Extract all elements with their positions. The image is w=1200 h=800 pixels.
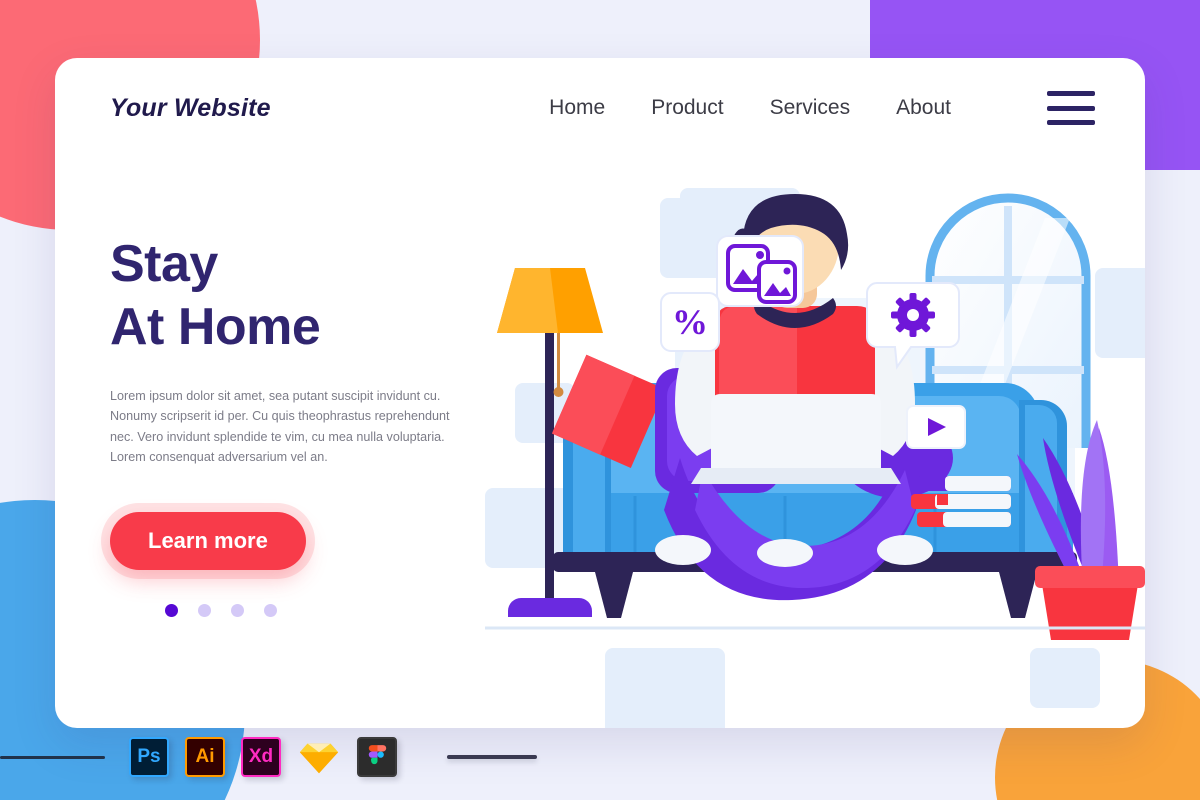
nav-item-about[interactable]: About [896,96,951,120]
learn-more-button[interactable]: Learn more [110,512,306,571]
site-header: Your Website Home Product Services About [55,58,1145,158]
percent-card: % [660,292,720,352]
hero-card: Your Website Home Product Services About… [55,58,1145,728]
carousel-dot-4[interactable] [264,604,277,618]
divider-left [0,755,105,759]
photoshop-icon[interactable]: Ps [129,737,169,777]
tool-icon-group: Ps Ai Xd [129,737,397,777]
book-stack [911,476,1011,527]
carousel-dot-1[interactable] [165,604,178,618]
xd-icon[interactable]: Xd [241,737,281,777]
video-card [906,405,966,449]
sketch-icon[interactable] [297,737,341,777]
gear-icon [891,293,935,337]
carousel-dots [165,604,510,618]
percent-icon: % [672,302,708,342]
hamburger-icon[interactable] [1047,91,1095,125]
hamburger-bar-1 [1047,91,1095,96]
hamburger-bar-3 [1047,120,1095,125]
hero-copy: Stay At Home Lorem ipsum dolor sit amet,… [110,233,510,618]
image-card [716,235,804,307]
tool-strip: Ps Ai Xd [0,730,1200,784]
hero-illustration: % [485,158,1145,728]
hamburger-bar-2 [1047,105,1095,111]
figma-icon[interactable] [357,737,397,777]
nav-item-services[interactable]: Services [770,96,851,120]
divider-right [447,755,537,759]
carousel-dot-2[interactable] [198,604,211,618]
nav-item-home[interactable]: Home [549,96,605,120]
brand-logo[interactable]: Your Website [110,94,271,123]
hero-headline-line2: At Home [110,298,321,357]
carousel-dot-3[interactable] [231,604,244,618]
hero-headline-line1: Stay [110,235,218,293]
illustrator-icon[interactable]: Ai [185,737,225,777]
nav-item-product[interactable]: Product [651,96,723,120]
main-navigation: Home Product Services About [549,91,1095,125]
hero-paragraph: Lorem ipsum dolor sit amet, sea putant s… [110,388,450,465]
